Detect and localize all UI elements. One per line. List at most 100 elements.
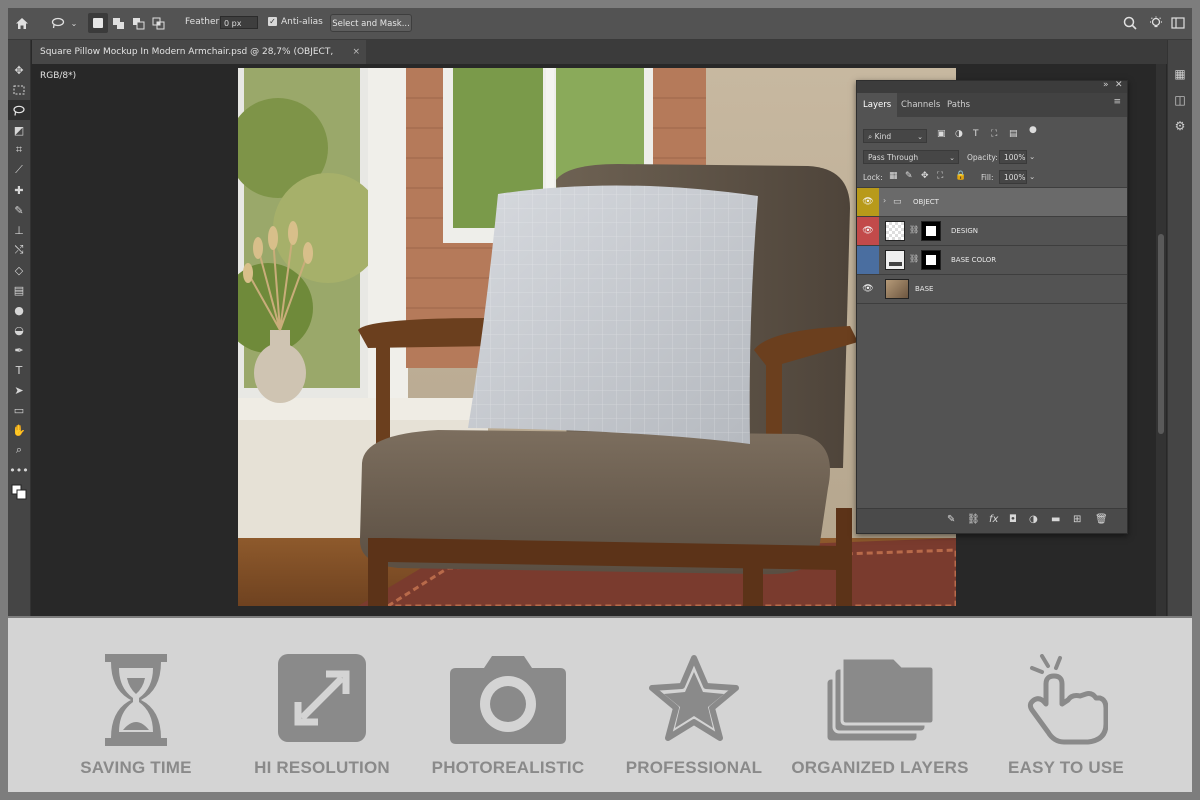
scrollbar-thumb[interactable]: [1158, 234, 1164, 434]
blur-tool-icon[interactable]: ●: [8, 300, 30, 320]
object-selection-tool-icon[interactable]: ◩: [8, 120, 30, 140]
collapse-icon[interactable]: »: [1103, 80, 1109, 90]
chevron-down-icon[interactable]: ⌄: [64, 13, 84, 33]
pixel-filter-icon[interactable]: ▣: [937, 129, 946, 139]
anti-alias-checkbox[interactable]: ✓: [268, 17, 277, 26]
document-tab-bar: Square Pillow Mockup In Modern Armchair.…: [32, 40, 1180, 81]
home-icon[interactable]: [12, 13, 32, 33]
properties-panel-icon[interactable]: ▦: [1170, 64, 1190, 84]
lock-all-icon[interactable]: 🔒: [955, 171, 966, 181]
chevron-down-icon[interactable]: ⌄: [1029, 152, 1035, 161]
tab-channels[interactable]: Channels: [895, 93, 946, 117]
feature-saving-time: SAVING TIME: [46, 618, 226, 792]
folder-icon: ▭: [893, 197, 902, 207]
link-layers-icon[interactable]: ⛓: [967, 514, 980, 525]
layer-color-tag: 👁: [857, 246, 879, 274]
workspace-icon[interactable]: [1168, 13, 1188, 33]
options-bar: ⌄ Feather: 0 px ✓ Anti-alias Select and …: [8, 8, 1192, 40]
lightbulb-icon[interactable]: [1146, 13, 1166, 33]
panel-menu-icon[interactable]: ≡: [1113, 97, 1121, 107]
lock-transparent-icon[interactable]: ▦: [889, 171, 898, 181]
layers-panel-icon[interactable]: ◫: [1170, 90, 1190, 110]
history-brush-icon[interactable]: ⤭: [8, 240, 30, 260]
path-selection-icon[interactable]: ➤: [8, 380, 30, 400]
marquee-tool-icon[interactable]: [8, 80, 30, 100]
eye-icon[interactable]: 👁: [862, 226, 873, 236]
kind-filter-select[interactable]: ⌕ Kind ⌄: [863, 129, 927, 143]
eyedropper-tool-icon[interactable]: ⟋: [8, 160, 30, 180]
layer-row-object[interactable]: 👁 › ▭ OBJECT: [857, 187, 1127, 216]
panel-header: » ✕: [857, 80, 1127, 93]
smart-object-filter-icon[interactable]: ▤: [1009, 129, 1018, 139]
close-panel-icon[interactable]: ✕: [1115, 80, 1123, 90]
search-icon[interactable]: [1120, 13, 1140, 33]
zoom-tool-icon[interactable]: ⌕: [8, 440, 30, 460]
document-canvas[interactable]: [238, 68, 956, 606]
eye-icon[interactable]: 👁: [862, 197, 873, 207]
subtract-selection-icon[interactable]: [128, 13, 148, 33]
trash-icon[interactable]: 🗑: [1095, 514, 1108, 525]
blend-mode-select[interactable]: Pass Through ⌄: [863, 150, 959, 164]
add-mask-icon[interactable]: ◘: [1009, 514, 1017, 525]
close-tab-icon[interactable]: ×: [352, 40, 360, 64]
new-layer-icon[interactable]: ⊞: [1073, 514, 1081, 525]
canvas-vertical-scrollbar[interactable]: [1156, 64, 1166, 616]
new-selection-icon[interactable]: [88, 13, 108, 33]
pen-tool-icon[interactable]: ✒: [8, 340, 30, 360]
layer-row-base[interactable]: 👁 BASE: [857, 274, 1127, 303]
expand-icon: [278, 654, 366, 747]
shape-filter-icon[interactable]: ⛶: [991, 129, 997, 139]
link-icon[interactable]: ⛓: [909, 254, 919, 263]
color-swatch-icon[interactable]: [8, 482, 30, 502]
type-filter-icon[interactable]: T: [973, 129, 979, 139]
gradient-tool-icon[interactable]: ▤: [8, 280, 30, 300]
layer-thumbnail: [885, 279, 909, 299]
new-group-icon[interactable]: ▬: [1051, 514, 1060, 525]
move-tool-icon[interactable]: ✥: [8, 60, 30, 80]
crop-tool-icon[interactable]: ⌗: [8, 140, 30, 160]
adjustments-panel-icon[interactable]: ⚙: [1170, 116, 1190, 136]
layer-row-base-color[interactable]: 👁 ⛓ BASE COLOR: [857, 245, 1127, 274]
feature-label: ORGANIZED LAYERS: [791, 758, 969, 777]
layer-row-design[interactable]: 👁 ⛓ DESIGN: [857, 216, 1127, 245]
lock-image-icon[interactable]: ✎: [905, 171, 913, 181]
chevron-right-icon[interactable]: ›: [883, 196, 886, 205]
kind-filter-label: Kind: [874, 132, 892, 141]
shape-tool-icon[interactable]: ▭: [8, 400, 30, 420]
adjustment-layer-icon[interactable]: ◑: [1029, 514, 1038, 525]
lock-artboard-icon[interactable]: ⛶: [937, 171, 943, 181]
tab-layers[interactable]: Layers: [857, 93, 898, 117]
layer-color-tag: 👁: [857, 217, 879, 245]
healing-tool-icon[interactable]: ✚: [8, 180, 30, 200]
more-tools-icon[interactable]: •••: [8, 460, 30, 480]
layer-name: BASE COLOR: [951, 256, 997, 264]
lock-label: Lock:: [863, 173, 883, 182]
filter-toggle-icon[interactable]: ●: [1029, 125, 1037, 135]
lock-position-icon[interactable]: ✥: [921, 171, 929, 181]
add-selection-icon[interactable]: [108, 13, 128, 33]
tab-paths[interactable]: Paths: [941, 93, 976, 117]
document-tab[interactable]: Square Pillow Mockup In Modern Armchair.…: [32, 40, 366, 81]
eye-icon[interactable]: 👁: [862, 284, 873, 294]
feather-label: Feather:: [185, 17, 223, 27]
brush-link-icon[interactable]: ✎: [947, 514, 955, 525]
select-and-mask-button[interactable]: Select and Mask...: [330, 14, 412, 32]
eraser-tool-icon[interactable]: ◇: [8, 260, 30, 280]
mask-thumbnail: [921, 221, 941, 241]
brush-tool-icon[interactable]: ✎: [8, 200, 30, 220]
fill-input[interactable]: 100%: [999, 170, 1027, 184]
link-icon[interactable]: ⛓: [909, 225, 919, 234]
type-tool-icon[interactable]: T: [8, 360, 30, 380]
star-icon: [648, 654, 740, 747]
fx-icon[interactable]: fx: [989, 514, 998, 525]
lasso-tool-icon[interactable]: [8, 100, 30, 120]
adjustment-filter-icon[interactable]: ◑: [955, 129, 963, 139]
stamp-tool-icon[interactable]: ⊥: [8, 220, 30, 240]
opacity-input[interactable]: 100%: [999, 150, 1027, 164]
chevron-down-icon[interactable]: ⌄: [1029, 172, 1035, 181]
dodge-tool-icon[interactable]: ◒: [8, 320, 30, 340]
feather-input[interactable]: 0 px: [220, 16, 258, 29]
layers-panel: » ✕ Layers Channels Paths ≡ ⌕ Kind ⌄ ▣ ◑ …: [856, 80, 1128, 534]
intersect-selection-icon[interactable]: [148, 13, 168, 33]
hand-tool-icon[interactable]: ✋: [8, 420, 30, 440]
